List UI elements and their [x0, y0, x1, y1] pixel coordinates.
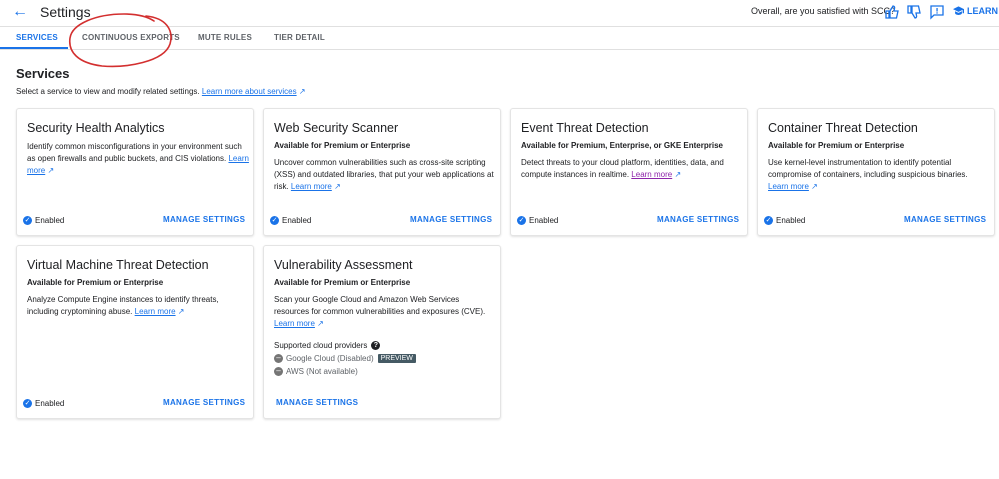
school-cap-icon	[953, 6, 964, 15]
status-label: Enabled	[776, 216, 806, 225]
card-description: Detect threats to your cloud platform, i…	[521, 157, 743, 181]
card-title: Security Health Analytics	[27, 121, 165, 135]
manage-settings-button[interactable]: MANAGE SETTINGS	[657, 215, 739, 224]
learn-more-link[interactable]: Learn more	[631, 170, 672, 179]
manage-settings-button[interactable]: MANAGE SETTINGS	[904, 215, 986, 224]
card-description: Scan your Google Cloud and Amazon Web Se…	[274, 294, 496, 330]
learn-more-link[interactable]: Learn more	[768, 182, 809, 191]
minus-circle-icon: –	[274, 354, 283, 364]
status-enabled: ✓ Enabled	[23, 399, 65, 409]
card-title: Virtual Machine Threat Detection	[27, 258, 209, 272]
provider-label: Google Cloud (Disabled)	[286, 354, 374, 363]
external-link-icon: ↗	[298, 87, 306, 96]
external-link-icon: ↗	[47, 166, 55, 175]
help-icon[interactable]: ?	[371, 341, 381, 351]
status-label: Enabled	[35, 399, 65, 408]
card-availability: Available for Premium or Enterprise	[768, 141, 905, 150]
manage-settings-button[interactable]: MANAGE SETTINGS	[163, 398, 245, 407]
card-description-text: Use kernel-level instrumentation to iden…	[768, 158, 968, 179]
card-description-text: Scan your Google Cloud and Amazon Web Se…	[274, 295, 486, 316]
card-title: Web Security Scanner	[274, 121, 399, 135]
check-circle-icon: ✓	[23, 216, 32, 226]
provider-google-cloud: – Google Cloud (Disabled) PREVIEW	[274, 354, 416, 364]
card-container-threat-detection: Container Threat Detection Available for…	[757, 108, 995, 236]
preview-badge: PREVIEW	[377, 354, 416, 364]
card-availability: Available for Premium or Enterprise	[274, 141, 411, 150]
status-label: Enabled	[35, 216, 65, 225]
card-availability: Available for Premium or Enterprise	[27, 278, 164, 287]
learn-button[interactable]: LEARN	[967, 6, 998, 16]
section-title: Services	[16, 66, 70, 81]
card-event-threat-detection: Event Threat Detection Available for Pre…	[510, 108, 748, 236]
card-virtual-machine-threat-detection: Virtual Machine Threat Detection Availab…	[16, 245, 254, 419]
status-label: Enabled	[529, 216, 559, 225]
feedback-icon[interactable]	[929, 4, 945, 20]
card-vulnerability-assessment: Vulnerability Assessment Available for P…	[263, 245, 501, 419]
annotation-circle	[69, 13, 172, 68]
card-title: Event Threat Detection	[521, 121, 649, 135]
card-description: Analyze Compute Engine instances to iden…	[27, 294, 249, 318]
card-web-security-scanner: Web Security Scanner Available for Premi…	[263, 108, 501, 236]
external-link-icon: ↗	[177, 307, 185, 316]
tab-services[interactable]: SERVICES	[16, 33, 58, 42]
satisfaction-prompt: Overall, are you satisfied with SCC?	[751, 6, 896, 16]
back-arrow-icon[interactable]: ←	[12, 3, 28, 21]
manage-settings-button[interactable]: MANAGE SETTINGS	[276, 398, 358, 407]
check-circle-icon: ✓	[270, 216, 279, 226]
card-security-health-analytics: Security Health Analytics Identify commo…	[16, 108, 254, 236]
external-link-icon: ↗	[811, 182, 818, 191]
active-tab-indicator	[0, 47, 68, 49]
external-link-icon: ↗	[674, 170, 682, 179]
card-availability: Available for Premium, Enterprise, or GK…	[521, 141, 723, 150]
status-enabled: ✓ Enabled	[23, 216, 65, 226]
card-description-text: Detect threats to your cloud platform, i…	[521, 158, 724, 179]
external-link-icon: ↗	[334, 182, 341, 191]
external-link-icon: ↗	[317, 319, 324, 328]
card-title: Container Threat Detection	[768, 121, 918, 135]
status-enabled: ✓ Enabled	[764, 216, 806, 226]
card-description-text: Identify common misconfigurations in you…	[27, 142, 242, 163]
card-title: Vulnerability Assessment	[274, 258, 413, 272]
learn-more-link[interactable]: Learn more	[291, 182, 332, 191]
learn-more-services-link[interactable]: Learn more about services	[202, 87, 297, 96]
tab-mute-rules[interactable]: MUTE RULES	[198, 33, 252, 42]
supported-providers-title: Supported cloud providers?	[274, 341, 381, 351]
status-enabled: ✓ Enabled	[517, 216, 559, 226]
thumbs-up-icon[interactable]	[884, 4, 900, 20]
card-description: Use kernel-level instrumentation to iden…	[768, 157, 990, 193]
thumbs-down-icon[interactable]	[906, 4, 922, 20]
manage-settings-button[interactable]: MANAGE SETTINGS	[410, 215, 492, 224]
section-description: Select a service to view and modify rela…	[16, 87, 306, 96]
card-description: Uncover common vulnerabilities such as c…	[274, 157, 496, 193]
learn-more-link[interactable]: Learn more	[274, 319, 315, 328]
card-availability: Available for Premium or Enterprise	[274, 278, 411, 287]
providers-title-text: Supported cloud providers	[274, 341, 368, 350]
check-circle-icon: ✓	[517, 216, 526, 226]
card-description: Identify common misconfigurations in you…	[27, 141, 249, 177]
tab-tier-detail[interactable]: TIER DETAIL	[274, 33, 325, 42]
provider-aws: – AWS (Not available)	[274, 367, 358, 377]
learn-more-link[interactable]: Learn more	[135, 307, 176, 316]
card-description-text: Analyze Compute Engine instances to iden…	[27, 295, 219, 316]
provider-label: AWS (Not available)	[286, 367, 358, 376]
check-circle-icon: ✓	[764, 216, 773, 226]
minus-circle-icon: –	[274, 367, 283, 377]
status-label: Enabled	[282, 216, 312, 225]
manage-settings-button[interactable]: MANAGE SETTINGS	[163, 215, 245, 224]
status-enabled: ✓ Enabled	[270, 216, 312, 226]
section-description-text: Select a service to view and modify rela…	[16, 87, 200, 96]
check-circle-icon: ✓	[23, 399, 32, 409]
